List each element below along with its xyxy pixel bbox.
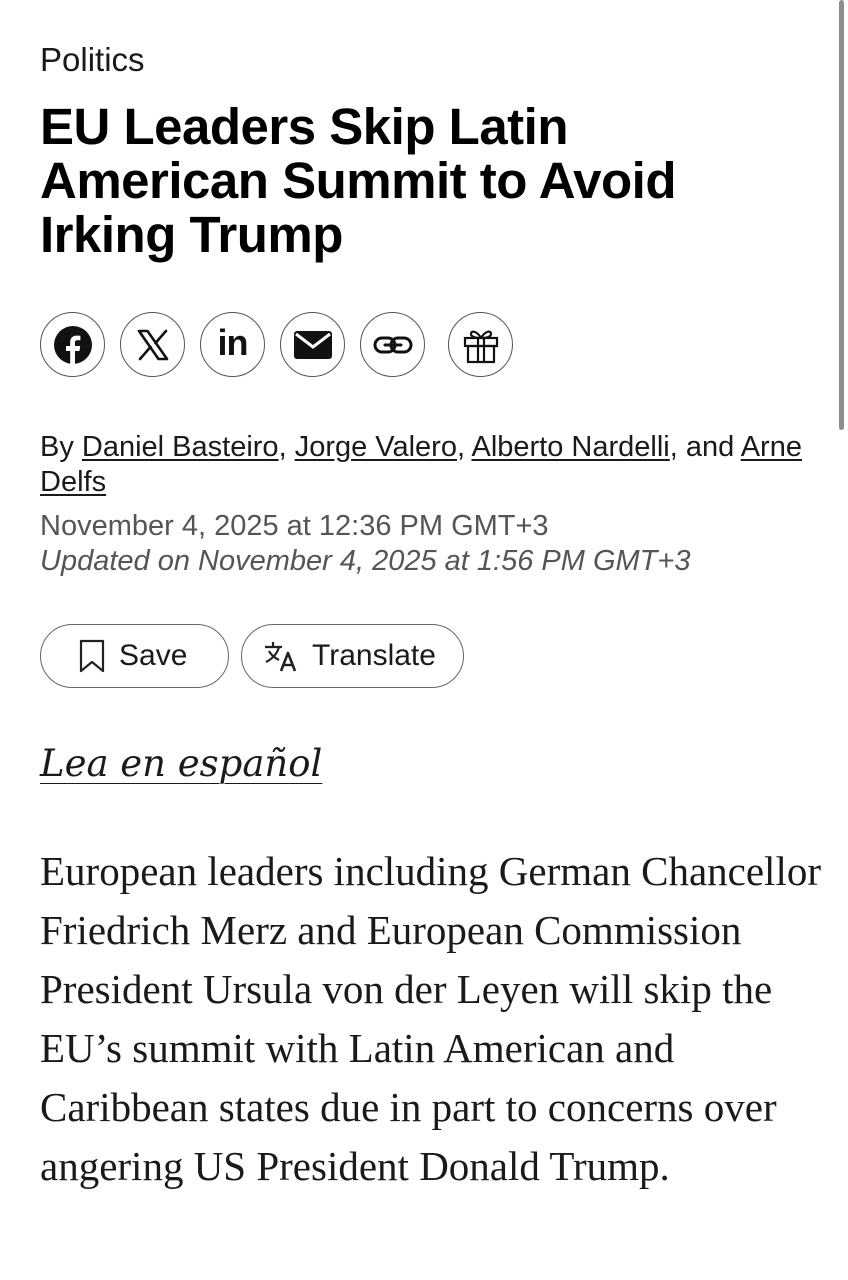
byline: By Daniel Basteiro, Jorge Valero, Albert… — [40, 430, 810, 500]
share-x-button[interactable] — [120, 312, 185, 377]
facebook-icon — [53, 325, 92, 365]
share-bar: in — [40, 312, 513, 377]
copy-link-button[interactable] — [360, 312, 425, 377]
byline-prefix: By — [40, 431, 82, 463]
share-email-button[interactable] — [280, 312, 345, 377]
gift-icon — [463, 330, 498, 363]
author-link[interactable]: Daniel Basteiro — [82, 431, 279, 463]
author-link[interactable]: Alberto Nardelli — [471, 431, 669, 463]
share-facebook-button[interactable] — [40, 312, 105, 377]
spanish-version-link[interactable]: Lea en español — [40, 740, 322, 788]
article-actions: Save Translate — [40, 624, 464, 688]
byline-separator: , and — [669, 431, 741, 463]
save-button[interactable]: Save — [40, 624, 229, 688]
article-body-paragraph: European leaders including German Chance… — [40, 848, 821, 1189]
email-icon — [293, 330, 332, 359]
updated-date: Updated on November 4, 2025 at 1:56 PM G… — [40, 545, 691, 577]
headline: EU Leaders Skip Latin American Summit to… — [40, 98, 676, 263]
translate-button[interactable]: Translate — [241, 624, 464, 688]
byline-separator: , — [278, 431, 295, 463]
category-label[interactable]: Politics — [40, 40, 145, 80]
linkedin-icon: in — [217, 321, 249, 363]
translate-icon — [264, 640, 298, 672]
byline-separator: , — [456, 431, 472, 463]
translate-label: Translate — [312, 639, 436, 672]
author-link[interactable]: Jorge Valero — [295, 431, 457, 463]
bookmark-icon — [79, 639, 105, 673]
share-linkedin-button[interactable]: in — [200, 312, 265, 377]
save-label: Save — [119, 639, 188, 672]
scrollbar[interactable] — [839, 0, 844, 430]
gift-article-button[interactable] — [448, 312, 513, 377]
publish-date: November 4, 2025 at 12:36 PM GMT+3 — [40, 510, 549, 542]
x-icon — [137, 329, 168, 360]
link-icon — [373, 336, 412, 353]
